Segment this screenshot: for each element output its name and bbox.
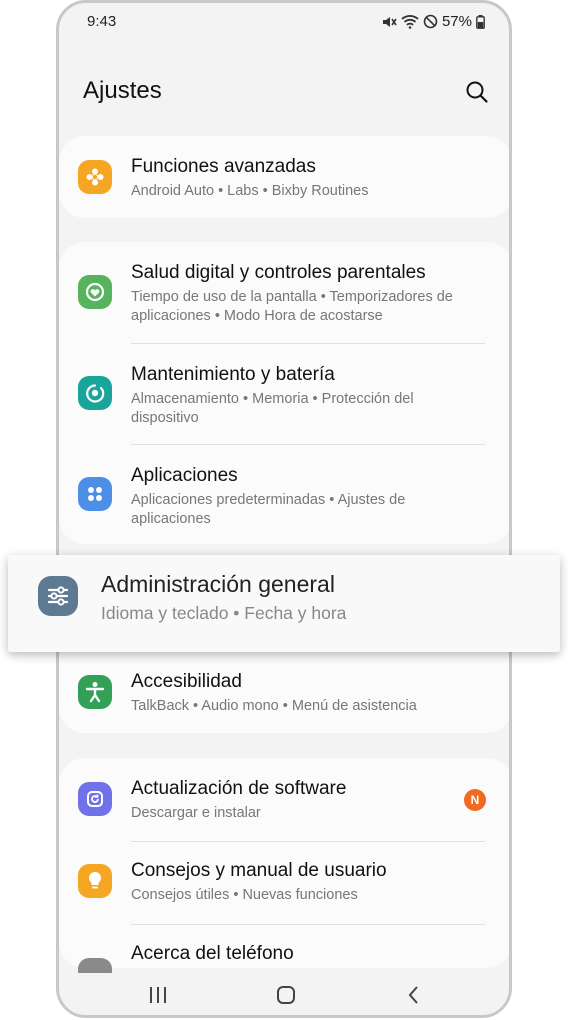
maintenance-battery-icon [78, 376, 112, 410]
settings-item-accessibility[interactable]: Accesibilidad TalkBack • Audio mono • Me… [59, 651, 509, 733]
tips-lightbulb-icon [78, 864, 112, 898]
search-icon[interactable] [463, 78, 491, 106]
settings-item-applications[interactable]: Aplicaciones Aplicaciones predeterminada… [59, 445, 509, 545]
navigation-bar [59, 973, 509, 1015]
item-subtitle: Almacenamiento • Memoria • Protección de… [131, 391, 414, 426]
status-time: 9:43 [87, 13, 117, 30]
no-disturb-icon [423, 14, 438, 29]
mute-icon [381, 14, 397, 30]
item-title: Mantenimiento y batería [131, 364, 335, 385]
new-badge: N [464, 789, 486, 811]
settings-item-general-management[interactable]: Administración general Idioma y teclado … [8, 555, 560, 652]
item-title: Acerca del teléfono [131, 943, 294, 964]
item-subtitle: Descargar e instalar [131, 805, 261, 821]
recent-apps-icon[interactable] [146, 983, 170, 1007]
wifi-icon [401, 14, 419, 29]
navigation-back-icon[interactable] [402, 983, 426, 1007]
settings-item-advanced-features[interactable]: Funciones avanzadas Android Auto • Labs … [59, 136, 509, 218]
settings-item-digital-wellbeing[interactable]: Salud digital y controles parentales Tie… [59, 242, 509, 342]
digital-wellbeing-icon [78, 275, 112, 309]
general-management-sliders-icon [38, 576, 78, 616]
item-subtitle: Consejos útiles • Nuevas funciones [131, 887, 358, 903]
settings-item-about-phone[interactable]: Acerca del teléfono [59, 925, 509, 992]
settings-item-tips[interactable]: Consejos y manual de usuario Consejos út… [59, 842, 509, 924]
item-subtitle: Android Auto • Labs • Bixby Routines [131, 183, 369, 199]
settings-item-software-update[interactable]: Actualización de software Descargar e in… [59, 758, 509, 841]
item-title: Consejos y manual de usuario [131, 860, 387, 881]
battery-icon [476, 14, 485, 29]
battery-label: 57% [441, 13, 472, 30]
item-title: Accesibilidad [131, 671, 242, 692]
apps-grid-icon [78, 477, 112, 511]
page-title: Ajustes [83, 77, 162, 104]
phone-screen: 9:43 57% Ajustes Funciones avanzadas And [56, 0, 512, 1018]
advanced-features-icon [78, 160, 112, 194]
settings-item-maintenance[interactable]: Mantenimiento y batería Almacenamiento •… [59, 344, 509, 444]
item-subtitle: Idioma y teclado • Fecha y hora [101, 603, 347, 623]
item-subtitle: TalkBack • Audio mono • Menú de asistenc… [131, 698, 417, 714]
home-icon[interactable] [274, 983, 298, 1007]
item-title: Funciones avanzadas [131, 156, 316, 177]
item-title: Administración general [101, 571, 335, 597]
software-update-icon [78, 782, 112, 816]
item-title: Salud digital y controles parentales [131, 262, 426, 283]
accessibility-icon [78, 675, 112, 709]
item-title: Aplicaciones [131, 465, 238, 486]
item-subtitle: Aplicaciones predeterminadas • Ajustes d… [131, 492, 406, 527]
status-bar: 9:43 57% [59, 3, 509, 39]
item-subtitle: Tiempo de uso de la pantalla • Temporiza… [131, 289, 453, 324]
item-title: Actualización de software [131, 778, 347, 799]
